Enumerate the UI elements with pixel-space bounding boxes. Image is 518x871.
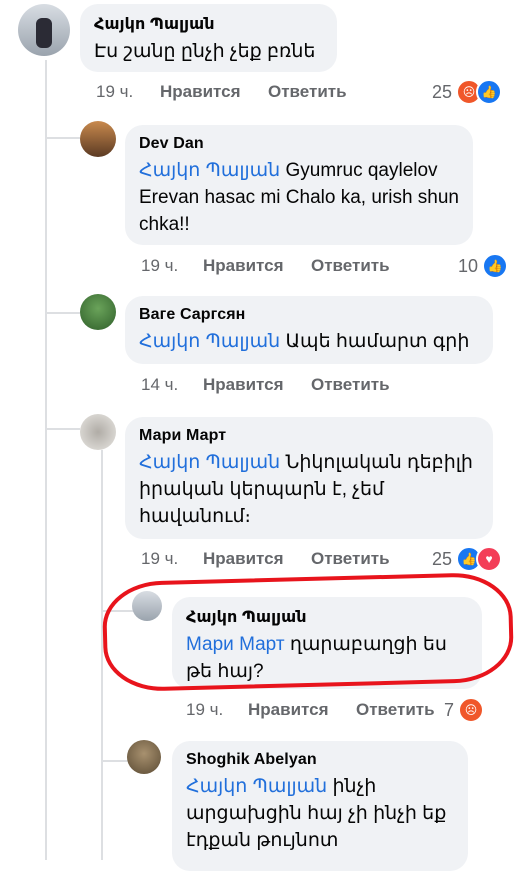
comment-text: Էս շանը ընչի չեք բռնե [94, 41, 316, 62]
comment-actions: 19 ч. Нравится Ответить [186, 700, 446, 720]
comment-time[interactable]: 14 ч. [141, 375, 203, 395]
like-button[interactable]: Нравится [203, 256, 311, 276]
comment-author[interactable]: Shoghik Abelyan [186, 751, 454, 769]
comment-bubble: Shoghik Abelyan Հայկո Պալյան ինչի արցախց… [172, 741, 468, 871]
comment-author[interactable]: Ваге Саргсян [139, 306, 479, 324]
avatar[interactable] [127, 740, 161, 774]
comment-bubble: Ваге Саргсян Հայկո Պալյան Ապե համարտ գրի [125, 296, 493, 364]
highlight-circle [101, 571, 515, 693]
comment-bubble: Հայկո Պալյան Էս շանը ընչի չեք բռնե [80, 4, 337, 72]
comment-time[interactable]: 19 ч. [141, 256, 203, 276]
reaction-summary[interactable]: 25 👍 ♥ [432, 546, 503, 572]
reaction-summary[interactable]: 7 ☹ [444, 697, 485, 723]
like-button[interactable]: Нравится [248, 700, 356, 720]
comment-text: Հայկո Պալյան Gyumruc qaylelov Erevan has… [139, 160, 459, 235]
comment-actions: 19 ч. Нравится Ответить [141, 256, 390, 276]
reply-button[interactable]: Ответить [356, 700, 446, 720]
like-button[interactable]: Нравится [203, 375, 311, 395]
reaction-count: 10 [458, 255, 479, 276]
love-react-icon: ♥ [476, 546, 503, 572]
reply-button[interactable]: Ответить [268, 82, 347, 102]
mention-link[interactable]: Հայկո Պալյան [186, 776, 327, 797]
comment-actions: 19 ч. Нравится Ответить [96, 82, 347, 102]
comment-author[interactable]: Мари Март [139, 427, 479, 445]
mention-link[interactable]: Հայկո Պալյան [139, 331, 280, 352]
reaction-count: 25 [432, 548, 453, 569]
reply-button[interactable]: Ответить [311, 375, 390, 395]
comment-author[interactable]: Հայկո Պալյան [94, 14, 323, 34]
thread-branch [45, 137, 80, 139]
avatar[interactable] [80, 121, 116, 157]
reaction-summary[interactable]: 25 ☹ 👍 [432, 79, 503, 105]
like-react-icon: 👍 [476, 79, 503, 105]
reply-button[interactable]: Ответить [311, 256, 390, 276]
comment-author[interactable]: Dev Dan [139, 135, 459, 153]
mention-link[interactable]: Հայկո Պալյան [139, 452, 280, 473]
comment-bubble: Мари Март Հայկո Պալյան Նիկոլական դեբիլի … [125, 417, 493, 539]
comment-text: Հայկո Պալյան ինչի արցախցին հայ չի ինչի ե… [186, 776, 447, 851]
avatar[interactable] [80, 414, 116, 450]
reaction-count: 7 [444, 699, 455, 720]
mention-link[interactable]: Հայկո Պալյան [139, 160, 280, 181]
comment-text: Հայկո Պալյան Ապե համարտ գրի [139, 331, 470, 352]
reaction-summary[interactable]: 10 👍 [458, 253, 509, 279]
reply-button[interactable]: Ответить [311, 549, 390, 569]
comment-text: Հայկո Պալյան Նիկոլական դեբիլի իրական կեր… [139, 452, 473, 527]
like-react-icon: 👍 [482, 253, 509, 279]
avatar[interactable] [80, 294, 116, 330]
thread-branch [45, 428, 80, 430]
comment-time[interactable]: 19 ч. [141, 549, 203, 569]
comment-time[interactable]: 19 ч. [96, 82, 160, 102]
thread-line-main [45, 60, 47, 860]
reaction-count: 25 [432, 81, 453, 102]
comment-actions: 14 ч. Нравится Ответить [141, 375, 390, 395]
thread-branch [45, 312, 80, 314]
avatar[interactable] [18, 4, 70, 56]
angry-react-icon: ☹ [458, 697, 485, 723]
comment-actions: 19 ч. Нравится Ответить [141, 549, 390, 569]
thread-line-nested [101, 450, 103, 860]
avatar-person-shape [36, 18, 52, 48]
comment-time[interactable]: 19 ч. [186, 700, 248, 720]
like-button[interactable]: Нравится [160, 82, 268, 102]
like-button[interactable]: Нравится [203, 549, 311, 569]
comment-bubble: Dev Dan Հայկո Պալյան Gyumruc qaylelov Er… [125, 125, 473, 245]
